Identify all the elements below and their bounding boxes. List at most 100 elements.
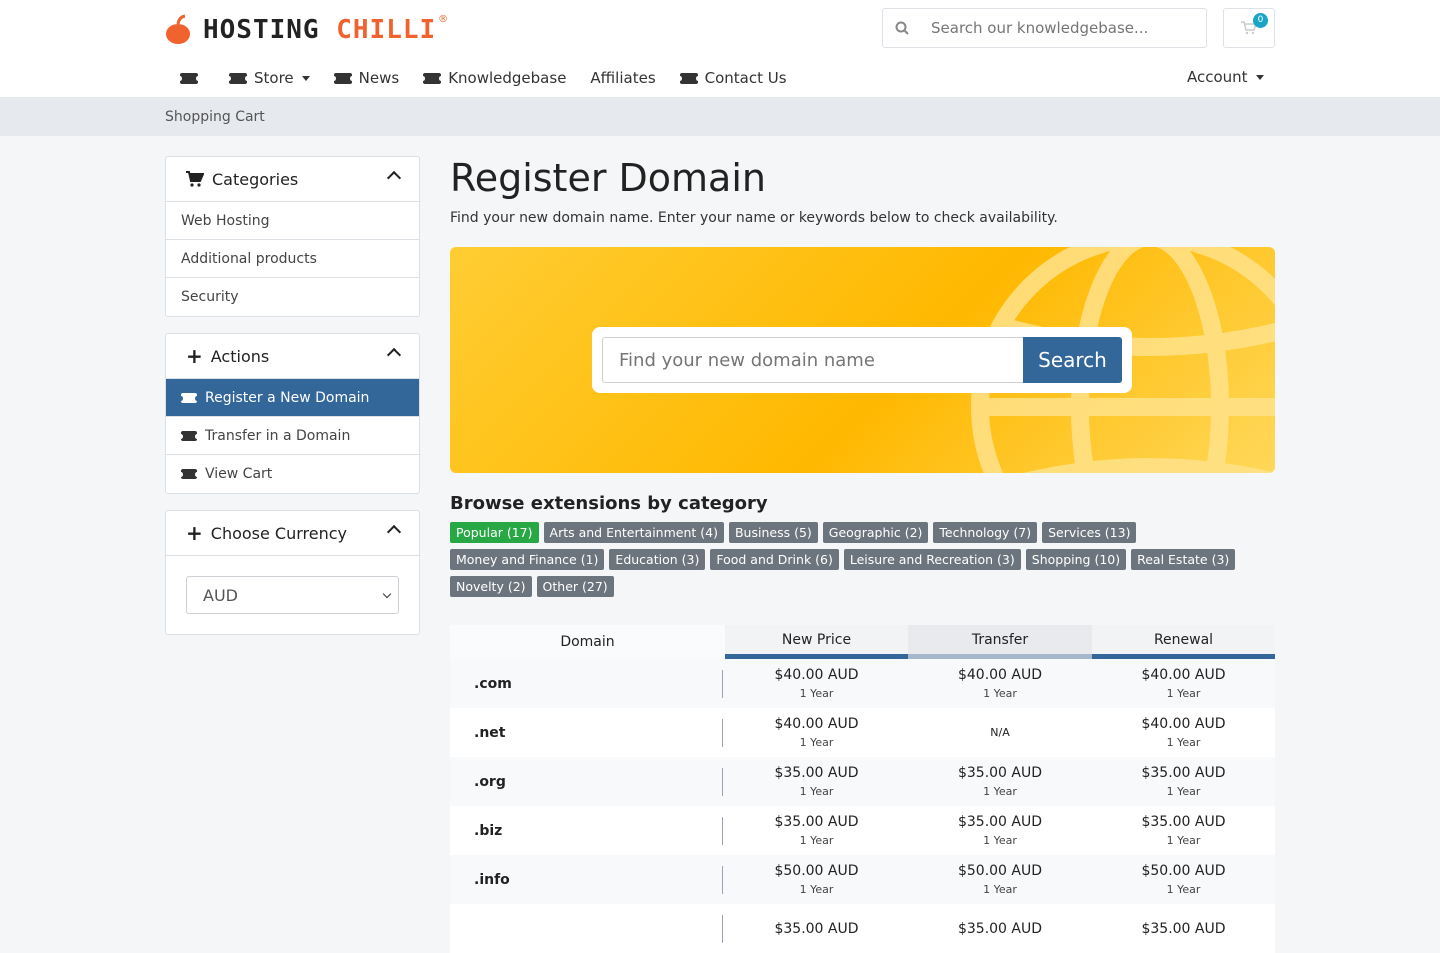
category-additional-products[interactable]: Additional products [166,240,419,278]
table-row: $35.00 AUD $35.00 AUD $35.00 AUD [450,904,1275,953]
action-register-domain[interactable]: Register a New Domain [166,379,419,417]
new-price: $40.00 AUD [774,667,859,683]
browse-extensions-title: Browse extensions by category [450,493,768,514]
tag-leisure[interactable]: Leisure and Recreation (3) [843,549,1021,570]
chevron-up-icon[interactable] [386,524,402,540]
ticket-icon [677,72,700,84]
term: 1 Year [983,834,1017,847]
nav-affiliates[interactable]: Affiliates [590,68,655,88]
currency-selected: AUD [203,585,238,605]
action-register-domain-label: Register a New Domain [205,389,370,406]
nav-affiliates-label: Affiliates [590,69,656,87]
tld: .com [450,659,725,708]
nav-knowledgebase-label: Knowledgebase [448,69,567,87]
ticket-icon [331,72,354,84]
breadcrumb: Shopping Cart [0,97,1440,136]
nav-knowledgebase[interactable]: Knowledgebase [421,68,567,88]
tag-real-estate[interactable]: Real Estate (3) [1131,549,1236,570]
cart-button[interactable]: 0 [1223,8,1275,48]
caret-down-icon [301,75,310,81]
table-row: .net $40.00 AUD 1 Year N/A $40.00 AUD 1 Ye… [450,708,1275,757]
tld: .info [450,855,725,904]
new-price: $35.00 AUD [774,765,859,781]
ticket-icon [178,72,200,84]
sidebar: Categories Web Hosting Additional produc… [165,156,420,651]
currency-select[interactable]: AUD [186,576,399,614]
tag-novelty[interactable]: Novelty (2) [450,576,532,597]
nav-store[interactable]: Store [227,68,310,88]
tag-other[interactable]: Other (27) [536,576,614,597]
currency-header[interactable]: + Choose Currency [166,511,419,556]
categories-panel: Categories Web Hosting Additional produc… [165,156,420,317]
actions-title: Actions [210,346,270,366]
chevron-up-icon[interactable] [386,170,402,186]
header-renewal[interactable]: Renewal [1092,625,1275,659]
plus-icon: + [186,521,203,545]
domain-search-button[interactable]: Search [1023,337,1122,383]
nav-account[interactable]: Account [1187,68,1264,86]
action-view-cart[interactable]: View Cart [166,455,419,493]
tag-arts[interactable]: Arts and Entertainment (4) [543,522,724,543]
action-transfer-domain-label: Transfer in a Domain [205,427,351,444]
pricing-body: .com $40.00 AUD 1 Year $40.00 AUD 1 Year $… [450,659,1275,953]
nav-news[interactable]: News [331,68,400,88]
nav-store-label: Store [254,69,294,87]
knowledgebase-search-input[interactable] [921,19,1191,37]
nav-account-label: Account [1187,68,1248,86]
new-price: $40.00 AUD [774,716,859,732]
registered-mark: ® [438,14,449,25]
main-nav: Store News Knowledgebase Affiliates Cont… [178,68,811,88]
new-price: $35.00 AUD [774,814,859,830]
new-price: $50.00 AUD [774,863,859,879]
action-view-cart-label: View Cart [205,466,273,482]
term: 1 Year [1166,736,1201,749]
header-new-price[interactable]: New Price [725,625,908,659]
cart-count-badge: 0 [1253,13,1268,28]
tag-geographic[interactable]: Geographic (2) [822,522,929,543]
tag-technology[interactable]: Technology (7) [933,522,1038,543]
knowledgebase-search[interactable] [882,8,1207,48]
brand-name-part1: HOSTING [203,15,320,45]
tag-education[interactable]: Education (3) [609,549,706,570]
term: 1 Year [799,687,834,700]
chevron-down-icon [382,589,392,599]
nav-home[interactable] [178,68,205,88]
breadcrumb-item[interactable]: Shopping Cart [165,109,265,125]
header-transfer[interactable]: Transfer [908,625,1092,659]
term: 1 Year [799,834,834,847]
term: 1 Year [1166,687,1201,700]
term: 1 Year [1166,785,1201,798]
category-web-hosting[interactable]: Web Hosting [166,202,419,240]
tag-shopping[interactable]: Shopping (10) [1025,549,1127,570]
tag-food[interactable]: Food and Drink (6) [710,549,839,570]
term: 1 Year [983,687,1017,700]
tld: .biz [450,806,725,855]
tag-money[interactable]: Money and Finance (1) [450,549,605,570]
renewal-price: $35.00 AUD [1141,814,1226,830]
action-transfer-domain[interactable]: Transfer in a Domain [166,417,419,455]
table-row: .biz $35.00 AUD 1 Year $35.00 AUD 1 Year $… [450,806,1275,855]
domain-search-hero: Search [450,247,1275,473]
nav-contact[interactable]: Contact Us [677,68,787,88]
domain-search-input[interactable] [602,337,1023,383]
term: 1 Year [983,883,1017,896]
chevron-up-icon[interactable] [386,347,402,363]
page-title: Register Domain [450,156,766,200]
categories-header[interactable]: Categories [166,157,419,202]
nav-news-label: News [358,69,400,87]
table-row: .com $40.00 AUD 1 Year $40.00 AUD 1 Year $… [450,659,1275,708]
nav-contact-label: Contact Us [704,69,787,87]
logo[interactable]: HOSTING CHILLI ® [165,14,448,46]
caret-down-icon [1255,74,1264,80]
tag-services[interactable]: Services (13) [1042,522,1137,543]
category-security[interactable]: Security [166,278,419,316]
extension-category-tags: Popular (17) Arts and Entertainment (4) … [450,522,1250,603]
table-row: .info $50.00 AUD 1 Year $50.00 AUD 1 Year … [450,855,1275,904]
tag-popular[interactable]: Popular (17) [450,522,539,543]
term: 1 Year [1166,834,1201,847]
tag-business[interactable]: Business (5) [728,522,818,543]
renewal-price: $50.00 AUD [1141,863,1226,879]
search-icon [883,21,921,35]
actions-header[interactable]: + Actions [166,334,419,379]
tld: .net [450,708,725,757]
